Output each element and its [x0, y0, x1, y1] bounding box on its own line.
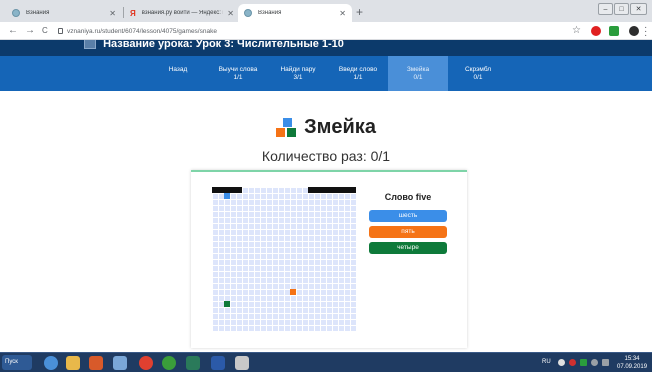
address-bar-row: ← → C vznaniya.ru/student/6074/lesson/40…	[0, 22, 652, 41]
nav-count: 1/1	[353, 74, 363, 81]
game-card: Слово five шесть пять четыре	[191, 170, 467, 348]
nav-enter-word[interactable]: Введи слово 1/1	[328, 56, 388, 91]
snake-segment	[224, 193, 230, 199]
word-icon[interactable]	[211, 356, 225, 370]
browser-tab[interactable]: Взнания ✕	[6, 4, 122, 22]
nav-find-pair[interactable]: Найди пару 3/1	[268, 56, 328, 91]
nav-count: 3/1	[293, 74, 303, 81]
tab-title: Взнания	[26, 10, 50, 16]
clock-date: 07.09.2019	[617, 364, 648, 370]
antivirus-icon[interactable]	[569, 359, 576, 366]
utorrent-icon[interactable]	[162, 356, 176, 370]
answer-option[interactable]: пять	[369, 226, 447, 238]
browser-tab-active[interactable]: Взнания ✕	[238, 4, 352, 22]
browser-menu-icon[interactable]: · · ·	[644, 23, 647, 41]
food-cell	[290, 289, 296, 295]
nav-label: Змейка	[406, 66, 430, 73]
yandex-favicon-icon: Я	[130, 8, 136, 18]
food-cell	[224, 301, 230, 307]
nav-back[interactable]: Назад	[148, 56, 208, 91]
network-icon[interactable]	[602, 359, 609, 366]
tray-icon[interactable]	[558, 359, 565, 366]
answer-option[interactable]: шесть	[369, 210, 447, 222]
maximize-button[interactable]: □	[614, 3, 629, 15]
url-text: vznaniya.ru/student/6074/lesson/4075/gam…	[67, 27, 217, 35]
nav-count: 0/1	[473, 74, 483, 81]
windows-taskbar: Пуск RU 15:34 07.09.2019	[0, 352, 652, 372]
language-indicator[interactable]: RU	[542, 359, 551, 365]
back-arrow-icon[interactable]: ←	[8, 25, 18, 36]
snake-logo-icon	[276, 117, 298, 138]
nav-snake[interactable]: Змейка 0/1	[388, 56, 448, 91]
lesson-icon	[84, 40, 96, 50]
lesson-nav: Назад Выучи слова 1/1 Найди пару 3/1 Вве…	[0, 56, 652, 91]
nav-label: Назад	[168, 66, 188, 73]
url-input[interactable]: vznaniya.ru/student/6074/lesson/4075/gam…	[58, 24, 566, 38]
app-icon[interactable]	[186, 356, 200, 370]
paint-icon[interactable]	[235, 356, 249, 370]
nav-learn-words[interactable]: Выучи слова 1/1	[208, 56, 268, 91]
attempt-counter: Количество раз: 0/1	[261, 148, 391, 164]
forward-arrow-icon[interactable]: →	[25, 25, 35, 36]
lesson-title: Название урока: Урок 3: Числительные 1-1…	[84, 40, 344, 50]
site-header: Название урока: Урок 3: Числительные 1-1…	[0, 40, 652, 56]
lesson-title-text: Название урока: Урок 3: Числительные 1-1…	[103, 40, 344, 50]
browser-tab-strip: Взнания ✕ Я взнания.ру войти — Яндекс: н…	[0, 0, 652, 22]
chrome-icon[interactable]	[139, 356, 153, 370]
close-tab-icon[interactable]: ✕	[339, 9, 346, 18]
tab-title: Взнания	[258, 10, 282, 16]
nav-label: Найди пару	[280, 66, 316, 73]
minimize-button[interactable]: –	[598, 3, 613, 15]
nav-label: Выучи слова	[218, 66, 258, 73]
calculator-icon[interactable]	[113, 356, 127, 370]
nav-count: 0/1	[413, 74, 423, 81]
new-tab-button[interactable]: +	[356, 5, 363, 19]
explorer-icon[interactable]	[66, 356, 80, 370]
media-player-icon[interactable]	[89, 356, 103, 370]
nav-scramble[interactable]: Скрэмбл 0/1	[448, 56, 508, 91]
tray-icon[interactable]	[580, 359, 587, 366]
browser-tab[interactable]: Я взнания.ру войти — Яндекс: нашл ✕	[124, 4, 240, 22]
nav-label: Введи слово	[338, 66, 378, 73]
wall-cell	[236, 187, 242, 193]
site-favicon-icon	[244, 9, 252, 17]
ie-icon[interactable]	[44, 356, 58, 370]
volume-icon[interactable]	[591, 359, 598, 366]
start-button[interactable]: Пуск	[2, 355, 32, 370]
profile-extension-icon[interactable]	[629, 26, 639, 36]
wall-cell	[350, 187, 356, 193]
nav-label: Скрэмбл	[464, 66, 492, 73]
game-title-text: Змейка	[304, 116, 376, 138]
extension-icon[interactable]	[609, 26, 619, 36]
nav-count: 1/1	[233, 74, 243, 81]
game-title: Змейка	[0, 116, 652, 139]
snake-board[interactable]	[212, 187, 356, 331]
clock[interactable]: 15:34 07.09.2019	[617, 355, 647, 371]
site-favicon-icon	[12, 9, 20, 17]
lock-icon	[58, 28, 63, 34]
close-tab-icon[interactable]: ✕	[109, 9, 116, 18]
adblock-extension-icon[interactable]	[591, 26, 601, 36]
tab-title: взнания.ру войти — Яндекс: нашл	[141, 10, 224, 16]
close-window-button[interactable]: ✕	[630, 3, 647, 15]
reload-icon[interactable]: C	[42, 26, 48, 35]
clock-time: 15:34	[624, 356, 640, 362]
answer-option[interactable]: четыре	[369, 242, 447, 254]
close-tab-icon[interactable]: ✕	[227, 9, 234, 18]
target-word: Слово five	[384, 192, 432, 202]
bookmark-star-icon[interactable]: ☆	[572, 25, 581, 36]
